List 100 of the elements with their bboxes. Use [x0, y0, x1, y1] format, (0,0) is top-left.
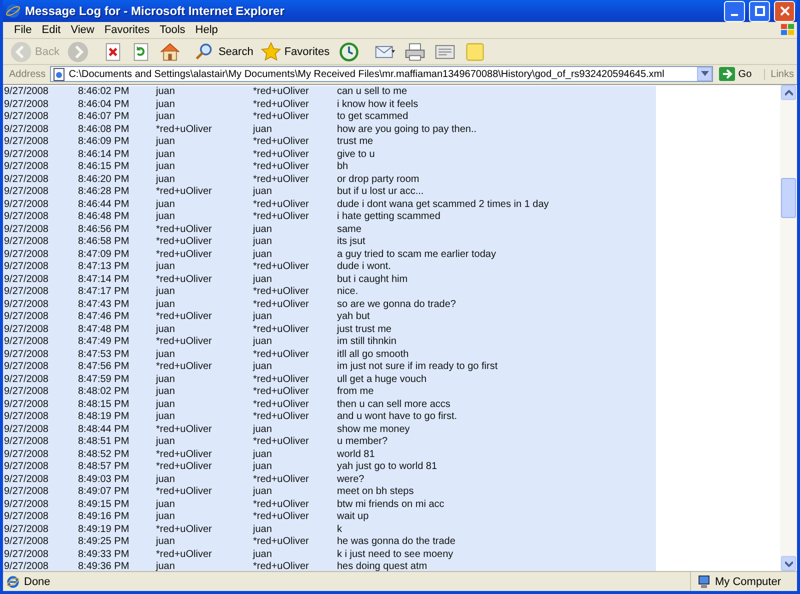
- sender-cell-text: juan: [155, 136, 176, 148]
- time-cell-text: 8:47:13 PM: [77, 261, 130, 274]
- date-cell-text: 9/27/2008: [3, 148, 50, 161]
- date-cell-text: 9/27/2008: [3, 248, 50, 261]
- message-cell-text: btw mi friends on mi acc: [336, 498, 446, 511]
- date-cell-text: 9/27/2008: [3, 298, 50, 311]
- time-cell-text: 8:46:58 PM: [77, 236, 130, 248]
- recipient-cell-text: *red+uOliver: [252, 511, 310, 524]
- message-cell-text: dude i dont wana get scammed 2 times in 1 day: [336, 198, 550, 211]
- recipient-cell-text: juan: [252, 486, 273, 498]
- message-cell-text: just trust me: [336, 324, 392, 336]
- minimize-button[interactable]: [724, 0, 745, 22]
- message-cell-text: give to u: [336, 148, 376, 161]
- search-button[interactable]: Search: [192, 40, 256, 64]
- address-field[interactable]: C:\Documents and Settings\alastair\My Documents\My Received Files\mr.maffiaman1349670088\History\god_of_rs932420594645.xml: [50, 66, 714, 82]
- date-cell-text: 9/27/2008: [3, 536, 50, 548]
- date-cell-text: 9/27/2008: [3, 498, 50, 511]
- time-cell-text: 8:46:08 PM: [77, 124, 130, 136]
- sender-cell-text: juan: [155, 511, 176, 524]
- recipient-cell-text: juan: [252, 461, 273, 474]
- recipient-cell-text: *red+uOliver: [252, 298, 310, 311]
- sender-cell-text: juan: [155, 261, 176, 274]
- recipient-cell-text: *red+uOliver: [252, 161, 310, 174]
- sender-cell-text: *red+uOliver: [155, 461, 213, 474]
- recipient-cell-text: juan: [252, 236, 273, 248]
- message-cell-text: i hate getting scammed: [336, 211, 442, 224]
- recipient-cell-text: *red+uOliver: [252, 174, 310, 186]
- time-cell-text: 8:46:20 PM: [77, 174, 130, 186]
- close-icon: [780, 6, 790, 16]
- sender-cell-text: juan: [155, 286, 176, 298]
- date-cell-text: 9/27/2008: [3, 186, 50, 198]
- message-cell-text: so are we gonna do trade?: [336, 298, 457, 311]
- sender-cell-text: juan: [155, 411, 176, 424]
- scroll-thumb[interactable]: [781, 178, 796, 218]
- message-cell-text: k i just need to see moeny: [336, 548, 454, 561]
- date-cell-text: 9/27/2008: [3, 474, 50, 486]
- time-cell-text: 8:49:33 PM: [77, 548, 130, 561]
- message-cell-text: yah but: [336, 311, 371, 324]
- sender-cell-text: juan: [155, 386, 176, 398]
- sender-cell-text: juan: [155, 298, 176, 311]
- date-cell-text: 9/27/2008: [3, 461, 50, 474]
- time-cell-text: 8:48:51 PM: [77, 436, 130, 448]
- message-cell-text: were?: [336, 474, 366, 486]
- close-button[interactable]: [774, 0, 795, 22]
- menu-item[interactable]: File: [9, 24, 37, 36]
- message-cell-text: dude i wont.: [336, 261, 392, 274]
- sender-cell-text: *red+uOliver: [155, 524, 213, 536]
- scroll-up-button[interactable]: [781, 85, 796, 100]
- status-text: Done: [24, 576, 52, 588]
- time-cell-text: 8:46:04 PM: [77, 98, 130, 111]
- date-cell-text: 9/27/2008: [3, 548, 50, 561]
- dropdown-button[interactable]: [697, 67, 712, 81]
- date-cell-text: 9/27/2008: [3, 311, 50, 324]
- favorites-button[interactable]: Favorites: [258, 40, 333, 64]
- vertical-scrollbar[interactable]: [780, 85, 797, 571]
- time-cell-text: 8:49:03 PM: [77, 474, 130, 486]
- menu-item[interactable]: Help: [190, 24, 223, 36]
- time-cell-text: 8:46:56 PM: [77, 224, 130, 236]
- date-cell-text: 9/27/2008: [3, 211, 50, 224]
- date-cell-text: 9/27/2008: [3, 111, 50, 124]
- date-cell-text: 9/27/2008: [3, 324, 50, 336]
- sticky-note-icon: [464, 40, 486, 62]
- date-cell-text: 9/27/2008: [3, 448, 50, 461]
- time-cell-text: 8:47:17 PM: [77, 286, 130, 298]
- recipient-cell-text: *red+uOliver: [252, 374, 310, 386]
- time-cell-text: 8:49:15 PM: [77, 498, 130, 511]
- message-cell-text: he was gonna do the trade: [336, 536, 456, 548]
- message-cell-text: from me: [336, 386, 375, 398]
- menu-item[interactable]: Edit: [36, 24, 66, 36]
- scroll-down-button[interactable]: [781, 556, 796, 571]
- time-cell-text: 8:47:53 PM: [77, 348, 130, 361]
- message-cell-text: hes doing quest atm: [336, 561, 428, 571]
- recipient-cell-text: *red+uOliver: [252, 411, 310, 424]
- sender-cell-text: juan: [155, 111, 176, 124]
- recipient-cell-text: juan: [252, 311, 273, 324]
- message-cell-text: how are you going to pay then..: [336, 124, 478, 136]
- zone-label: My Computer: [715, 576, 782, 588]
- window-title: Message Log for - Microsoft Internet Explorer: [25, 4, 286, 18]
- message-cell-text: i know how it feels: [336, 98, 420, 111]
- date-cell-text: 9/27/2008: [3, 174, 50, 186]
- date-cell-text: 9/27/2008: [3, 236, 50, 248]
- menu-item[interactable]: View: [66, 24, 100, 36]
- go-button[interactable]: Go: [717, 67, 760, 81]
- date-cell-text: 9/27/2008: [3, 398, 50, 411]
- sender-cell-text: *red+uOliver: [155, 124, 213, 136]
- message-cell-text: show me money: [336, 424, 411, 436]
- message-cell-text: then u can sell more accs: [336, 398, 452, 411]
- message-cell-text: u member?: [336, 436, 389, 448]
- menu-item[interactable]: Tools: [154, 24, 190, 36]
- printer-icon: [404, 40, 426, 62]
- date-cell-text: 9/27/2008: [3, 374, 50, 386]
- menu-item[interactable]: Favorites: [99, 24, 155, 36]
- message-cell-text: or drop party room: [336, 174, 420, 186]
- maximize-button[interactable]: [749, 0, 770, 22]
- sender-cell-text: *red+uOliver: [155, 361, 213, 374]
- recipient-cell-text: *red+uOliver: [252, 111, 310, 124]
- sender-cell-text: *red+uOliver: [155, 236, 213, 248]
- date-cell-text: 9/27/2008: [3, 86, 50, 98]
- date-cell-text: 9/27/2008: [3, 348, 50, 361]
- computer-icon: [697, 574, 711, 588]
